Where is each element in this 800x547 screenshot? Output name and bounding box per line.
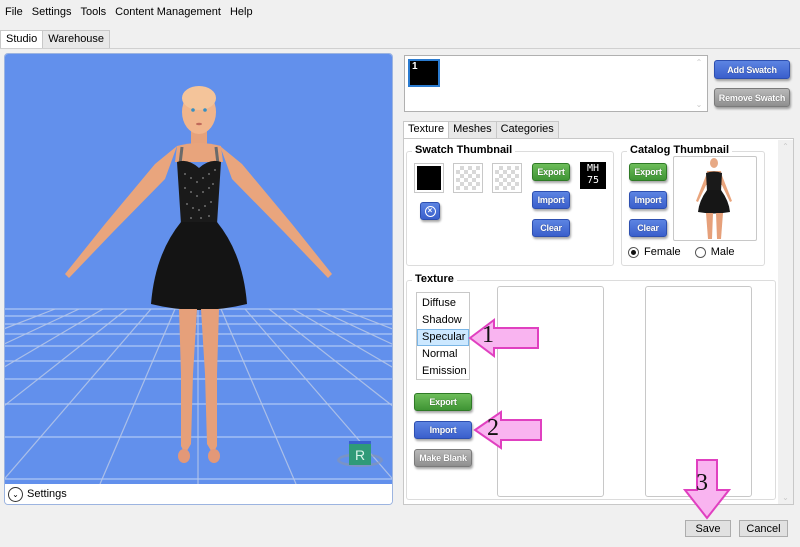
scroll-up-icon[interactable]: ⌃ bbox=[696, 58, 703, 67]
panel-scrollbar[interactable]: ⌃ ⌄ bbox=[778, 140, 793, 504]
mh-badge: MH 75 bbox=[580, 162, 606, 189]
tab-meshes[interactable]: Meshes bbox=[448, 121, 497, 138]
texture-type-shadow[interactable]: Shadow bbox=[417, 312, 469, 329]
radio-male[interactable] bbox=[694, 246, 706, 258]
catalog-thumbnail-title: Catalog Thumbnail bbox=[627, 144, 732, 156]
menu-bar: File Settings Tools Content Management H… bbox=[0, 0, 800, 24]
menu-content-management[interactable]: Content Management bbox=[112, 6, 227, 18]
menu-file[interactable]: File bbox=[2, 6, 29, 18]
swatch-thumbnail-title: Swatch Thumbnail bbox=[412, 144, 516, 156]
texture-type-diffuse[interactable]: Diffuse bbox=[417, 295, 469, 312]
swatch-thumbnail-main[interactable] bbox=[414, 163, 444, 193]
swatch-import-button[interactable]: Import bbox=[532, 191, 570, 209]
texture-mask-preview[interactable] bbox=[645, 286, 752, 497]
menu-help[interactable]: Help bbox=[227, 6, 259, 18]
remove-thumbnail-button[interactable]: × bbox=[420, 202, 440, 220]
texture-type-normal[interactable]: Normal bbox=[417, 346, 469, 363]
catalog-import-button[interactable]: Import bbox=[629, 191, 667, 209]
swatch-list-scrollbar[interactable]: ⌃ ⌄ bbox=[691, 56, 707, 111]
radio-female-label: Female bbox=[644, 246, 681, 258]
cancel-button[interactable]: Cancel bbox=[739, 520, 788, 537]
settings-expander[interactable]: ⌄ Settings bbox=[5, 484, 392, 504]
swatch-export-button[interactable]: Export bbox=[532, 163, 570, 181]
settings-label: Settings bbox=[27, 488, 67, 500]
gender-radio-group: Female Male bbox=[628, 246, 735, 258]
texture-preview[interactable] bbox=[497, 286, 604, 497]
texture-type-list[interactable]: Diffuse Shadow Specular Normal Emission bbox=[416, 292, 470, 380]
swatch-clear-button[interactable]: Clear bbox=[532, 219, 570, 237]
catalog-thumbnail-image[interactable] bbox=[673, 156, 757, 241]
add-swatch-button[interactable]: Add Swatch bbox=[714, 60, 790, 79]
swatch-thumbnail-slot-3[interactable] bbox=[492, 163, 522, 193]
tab-warehouse[interactable]: Warehouse bbox=[42, 30, 111, 48]
texture-import-button[interactable]: Import bbox=[414, 421, 472, 439]
scroll-down-icon[interactable]: ⌄ bbox=[696, 100, 703, 109]
catalog-figure bbox=[696, 158, 732, 239]
tab-texture[interactable]: Texture bbox=[403, 121, 450, 139]
scroll-up-icon[interactable]: ⌃ bbox=[782, 142, 789, 151]
swatch-thumbnail-slot-2[interactable] bbox=[453, 163, 483, 193]
texture-type-specular[interactable]: Specular bbox=[417, 329, 469, 346]
gizmo-r-icon: R bbox=[349, 441, 371, 465]
camera-gizmo[interactable]: R bbox=[335, 439, 385, 471]
chevron-down-icon[interactable]: ⌄ bbox=[8, 486, 23, 502]
save-button[interactable]: Save bbox=[685, 520, 731, 537]
annotation-number-1: 1 bbox=[482, 322, 494, 348]
tab-divider bbox=[0, 48, 800, 49]
radio-female[interactable] bbox=[628, 246, 639, 258]
make-blank-button[interactable]: Make Blank bbox=[414, 449, 472, 467]
remove-swatch-button[interactable]: Remove Swatch bbox=[714, 88, 790, 107]
swatch-list[interactable]: 1 ⌃ ⌄ bbox=[404, 55, 708, 112]
annotation-number-2: 2 bbox=[487, 415, 499, 441]
radio-male-label: Male bbox=[710, 246, 735, 258]
texture-type-emission[interactable]: Emission bbox=[417, 363, 469, 380]
texture-export-button[interactable]: Export bbox=[414, 393, 472, 411]
texture-title: Texture bbox=[412, 273, 457, 285]
character-model bbox=[65, 86, 332, 463]
editor-tabs: Texture Meshes Categories bbox=[403, 121, 559, 139]
menu-tools[interactable]: Tools bbox=[77, 6, 112, 18]
swatch-item[interactable]: 1 bbox=[408, 59, 440, 87]
annotation-number-3: 3 bbox=[696, 470, 708, 496]
catalog-export-button[interactable]: Export bbox=[629, 163, 667, 181]
viewport-canvas[interactable]: R bbox=[5, 54, 392, 484]
catalog-clear-button[interactable]: Clear bbox=[629, 219, 667, 237]
scroll-down-icon[interactable]: ⌄ bbox=[782, 493, 789, 502]
model-viewport: R ⌄ Settings bbox=[4, 53, 393, 505]
tab-categories[interactable]: Categories bbox=[495, 121, 559, 138]
menu-settings[interactable]: Settings bbox=[29, 6, 78, 18]
main-tabs: Studio Warehouse bbox=[0, 30, 111, 49]
tab-studio[interactable]: Studio bbox=[0, 30, 44, 49]
close-circle-icon: × bbox=[424, 205, 436, 217]
